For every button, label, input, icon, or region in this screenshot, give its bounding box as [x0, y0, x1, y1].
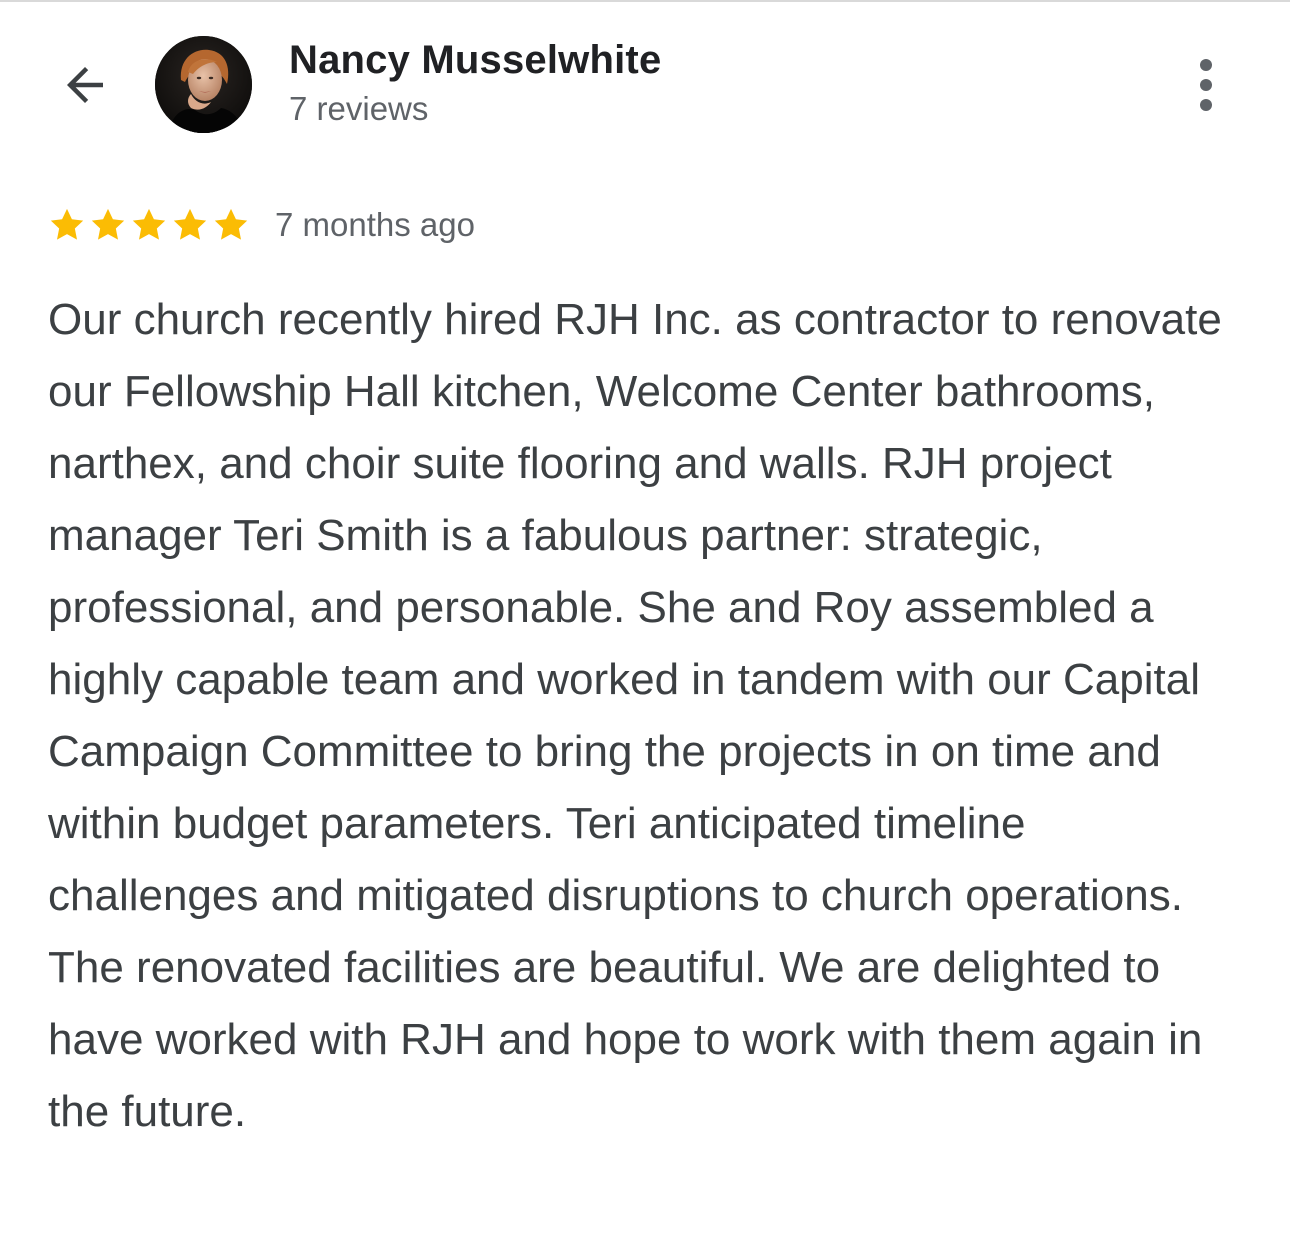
more-vert-icon-dot — [1200, 99, 1212, 111]
user-photo — [155, 36, 252, 133]
star-icon — [91, 208, 125, 240]
more-vert-icon-dot — [1200, 79, 1212, 91]
reviewer-name[interactable]: Nancy Musselwhite — [289, 38, 661, 83]
avatar[interactable] — [155, 36, 252, 133]
star-rating — [48, 206, 253, 244]
star-icon — [50, 208, 84, 240]
more-vert-icon — [1200, 59, 1212, 71]
more-options-button[interactable] — [1180, 55, 1232, 115]
arrow-left-icon — [67, 67, 103, 103]
back-button[interactable] — [50, 50, 120, 120]
star-icon — [173, 208, 207, 240]
rating-row: 7 months ago — [48, 200, 475, 250]
star-icon — [214, 208, 248, 240]
review-time-ago: 7 months ago — [275, 206, 475, 243]
star-icon — [132, 208, 166, 240]
review-header: Nancy Musselwhite 7 reviews — [0, 0, 1290, 170]
reviewer-review-count[interactable]: 7 reviews — [289, 90, 428, 128]
review-body: Our church recently hired RJH Inc. as co… — [48, 295, 1222, 1136]
